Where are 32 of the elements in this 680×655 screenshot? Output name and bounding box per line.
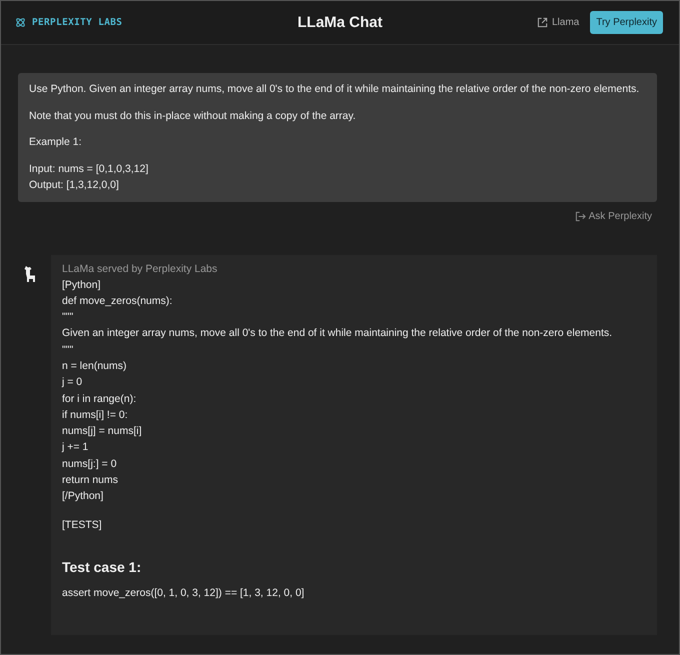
response-text: for i in range(n): <box>62 392 138 407</box>
sign-out-icon <box>574 210 586 222</box>
response-text: Given an integer array nums, move all 0's to the end of it while maintaining the relative order of the non-zero elements. <box>62 326 612 342</box>
response-text: assert move_zeros([0, 1, 0, 3, 12]) == [1, 3, 12, 0, 0] <box>62 586 304 601</box>
response-text: """ <box>62 342 74 358</box>
atom-icon <box>15 17 26 28</box>
page-title: LLaMa Chat <box>298 14 382 31</box>
response-text: j += 1 <box>62 440 90 456</box>
brand-logo-text[interactable]: PERPLEXITY LABS <box>32 17 122 28</box>
prompt-text: Input: nums = [0,1,0,3,12] <box>29 162 150 176</box>
response-text: j = 0 <box>62 375 84 390</box>
llama-icon <box>23 264 37 282</box>
response-byline: LLaMa served by Perplexity Labs <box>62 262 218 276</box>
prompt-text: Note that you must do this in-place without making a copy of the array. <box>29 108 357 124</box>
response-text: [/Python] <box>62 489 104 504</box>
response-text: if nums[i] != 0: <box>62 408 129 423</box>
external-link-icon <box>536 17 548 28</box>
response-text: [TESTS] <box>62 518 102 533</box>
response-text: """ <box>62 310 74 326</box>
prompt-text: Use Python. Given an integer array nums, move all 0's to the end of it while maintaining the relative order of the non-zero elements. <box>29 82 640 97</box>
try-perplexity-button[interactable]: Try Perplexity <box>590 11 663 34</box>
llama-link[interactable]: Llama <box>536 17 580 28</box>
response-heading: Test case 1: <box>62 558 142 575</box>
response-text: nums[j:] = 0 <box>62 456 118 472</box>
ask-perplexity-link[interactable]: Ask Perplexity <box>574 210 652 222</box>
response-text: def move_zeros(nums): <box>62 294 174 309</box>
response-text: nums[j] = nums[i] <box>62 424 143 440</box>
response-text: return nums <box>62 473 120 488</box>
prompt-text: Example 1: <box>29 135 83 150</box>
prompt-text: Output: [1,3,12,0,0] <box>29 178 120 193</box>
response-text: [Python] <box>62 278 102 292</box>
response-text: n = len(nums) <box>62 358 128 374</box>
